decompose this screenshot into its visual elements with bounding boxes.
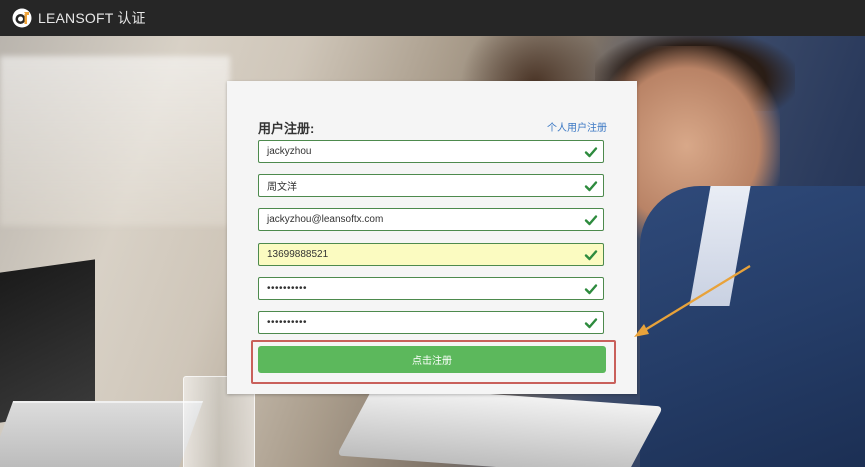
highlight-frame (251, 340, 616, 384)
email-field[interactable]: jackyzhou@leansoftx.com (258, 208, 604, 231)
username-field[interactable]: jackyzhou (258, 140, 604, 163)
check-icon (584, 249, 598, 260)
personal-register-link[interactable]: 个人用户注册 (547, 119, 607, 134)
check-icon (584, 180, 598, 191)
confirm-password-field[interactable]: •••••••••• (258, 311, 604, 334)
bg-laptop-keyboard (0, 401, 204, 467)
bg-tablet (336, 385, 664, 467)
password-field[interactable]: •••••••••• (258, 277, 604, 300)
confirm-password-value: •••••••••• (267, 317, 308, 328)
email-value: jackyzhou@leansoftx.com (267, 214, 384, 225)
annotation-arrow-icon (634, 265, 751, 337)
phone-field[interactable]: 13699888521 (258, 243, 604, 266)
phone-value: 13699888521 (267, 249, 329, 260)
form-title: 用户注册: (258, 121, 315, 136)
check-icon (584, 214, 598, 225)
password-value: •••••••••• (267, 283, 308, 294)
realname-field[interactable]: 周文洋 (258, 174, 604, 197)
bg-window (0, 56, 230, 226)
top-bar: LEANSOFT 认证 (0, 0, 865, 36)
leansoft-logo-icon (12, 8, 32, 28)
check-icon (584, 317, 598, 328)
check-icon (584, 146, 598, 157)
realname-value: 周文洋 (267, 182, 297, 193)
check-icon (584, 283, 598, 294)
username-value: jackyzhou (267, 146, 312, 157)
bg-laptop-screen (0, 259, 95, 423)
brand-name: LEANSOFT 认证 (38, 10, 146, 26)
